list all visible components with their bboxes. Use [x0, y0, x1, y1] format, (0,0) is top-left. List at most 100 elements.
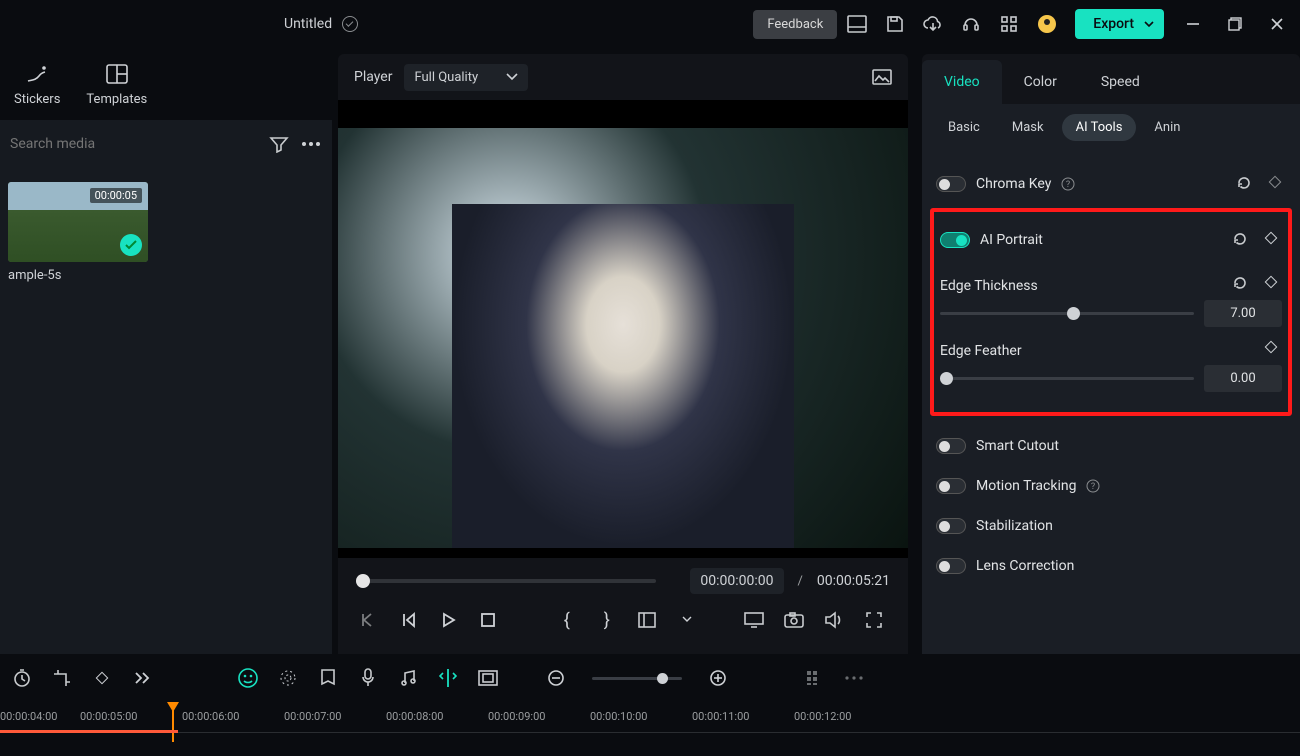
- sparkle-icon[interactable]: [276, 666, 300, 690]
- svg-text:?: ?: [1091, 482, 1095, 492]
- avatar-icon[interactable]: [1037, 14, 1057, 34]
- stabilization-row: Stabilization: [936, 506, 1286, 546]
- prev-frame-icon[interactable]: [356, 608, 380, 632]
- marker-icon[interactable]: [316, 666, 340, 690]
- snapshot-icon[interactable]: [872, 67, 892, 87]
- ai-portrait-toggle[interactable]: [940, 232, 970, 248]
- ai-face-icon[interactable]: [236, 666, 260, 690]
- subtab-basic[interactable]: Basic: [934, 114, 994, 141]
- display-icon[interactable]: [742, 608, 766, 632]
- window-controls: [1184, 15, 1286, 33]
- camera-icon[interactable]: [782, 608, 806, 632]
- zoom-in-icon[interactable]: [706, 666, 730, 690]
- ratio-icon[interactable]: [635, 608, 659, 632]
- smart-cutout-label: Smart Cutout: [976, 438, 1059, 454]
- motion-tracking-toggle[interactable]: [936, 478, 966, 494]
- lens-correction-label: Lens Correction: [976, 558, 1074, 574]
- help-icon[interactable]: ?: [1061, 177, 1075, 191]
- media-clip-thumb[interactable]: 00:00:05: [8, 182, 148, 262]
- mic-icon[interactable]: [356, 666, 380, 690]
- edge-thickness-value[interactable]: 7.00: [1204, 300, 1282, 327]
- filter-icon[interactable]: [268, 133, 290, 155]
- subtab-mask[interactable]: Mask: [998, 114, 1058, 141]
- ai-portrait-label: AI Portrait: [980, 232, 1043, 248]
- reset-icon[interactable]: [1232, 275, 1250, 293]
- keyframe-icon[interactable]: [1264, 231, 1282, 249]
- edge-thickness-slider[interactable]: [940, 312, 1194, 315]
- timeline-toolbar: [0, 654, 1300, 702]
- stabilization-toggle[interactable]: [936, 518, 966, 534]
- player-header: Player Full Quality: [338, 54, 908, 100]
- track-view-icon[interactable]: [802, 666, 826, 690]
- cloud-download-icon[interactable]: [923, 14, 943, 34]
- minimize-icon[interactable]: [1184, 15, 1202, 33]
- lens-correction-row: Lens Correction: [936, 546, 1286, 586]
- seek-slider[interactable]: [356, 579, 656, 583]
- ai-portrait-highlight: AI Portrait Edge Thickness 7.00: [930, 208, 1292, 416]
- fullscreen-icon[interactable]: [862, 608, 886, 632]
- chroma-key-toggle[interactable]: [936, 176, 966, 192]
- reset-icon[interactable]: [1232, 231, 1250, 249]
- save-icon[interactable]: [885, 14, 905, 34]
- keyframe-icon[interactable]: [1268, 175, 1286, 193]
- volume-icon[interactable]: [822, 608, 846, 632]
- close-icon[interactable]: [1268, 15, 1286, 33]
- preview-image[interactable]: [338, 128, 908, 548]
- zoom-out-icon[interactable]: [544, 666, 568, 690]
- mark-in-icon[interactable]: {: [555, 608, 579, 632]
- player-panel: Player Full Quality 00:00:00:00 / 00:00:…: [338, 48, 908, 654]
- step-back-icon[interactable]: [396, 608, 420, 632]
- more-icon[interactable]: [300, 133, 322, 155]
- edge-feather-value[interactable]: 0.00: [1204, 365, 1282, 392]
- help-icon[interactable]: ?: [1086, 479, 1100, 493]
- edge-feather-slider[interactable]: [940, 377, 1194, 380]
- mark-out-icon[interactable]: }: [595, 608, 619, 632]
- keyframe-icon[interactable]: [1264, 275, 1282, 293]
- properties-panel: Video Color Speed Basic Mask AI Tools An…: [922, 54, 1300, 654]
- stop-icon[interactable]: [476, 608, 500, 632]
- maximize-icon[interactable]: [1226, 15, 1244, 33]
- tab-color[interactable]: Color: [1002, 60, 1079, 104]
- media-panel: Stickers Templates 00:00:05 ample-5s: [0, 48, 332, 654]
- zoom-slider[interactable]: [592, 677, 682, 680]
- project-title-area: Untitled: [284, 16, 358, 32]
- saved-indicator-icon: [342, 16, 358, 32]
- play-icon[interactable]: [436, 608, 460, 632]
- timer-icon[interactable]: [10, 666, 34, 690]
- stabilization-label: Stabilization: [976, 518, 1053, 534]
- edge-feather-label: Edge Feather: [940, 343, 1022, 359]
- templates-tab[interactable]: Templates: [86, 62, 147, 107]
- export-button[interactable]: Export: [1075, 9, 1164, 39]
- clip-added-icon: [120, 234, 142, 256]
- headset-icon[interactable]: [961, 14, 981, 34]
- smart-cutout-toggle[interactable]: [936, 438, 966, 454]
- clip-label: ample-5s: [8, 268, 324, 283]
- expand-icon[interactable]: [130, 666, 154, 690]
- group-icon[interactable]: [476, 666, 500, 690]
- title-bar: Untitled Feedback Export: [0, 0, 1300, 48]
- music-icon[interactable]: [396, 666, 420, 690]
- more-dots-icon[interactable]: [842, 666, 866, 690]
- split-icon[interactable]: [436, 666, 460, 690]
- keyframe-icon[interactable]: [1264, 340, 1282, 358]
- diamond-icon[interactable]: [90, 666, 114, 690]
- crop-icon[interactable]: [50, 666, 74, 690]
- chroma-key-row: Chroma Key ?: [936, 164, 1286, 204]
- quality-select[interactable]: Full Quality: [404, 64, 528, 91]
- subtab-anim[interactable]: Anin: [1140, 114, 1194, 141]
- lens-correction-toggle[interactable]: [936, 558, 966, 574]
- ai-portrait-row: AI Portrait: [940, 220, 1282, 260]
- apps-grid-icon[interactable]: [999, 14, 1019, 34]
- chevron-down-icon[interactable]: [675, 608, 699, 632]
- subtab-aitools[interactable]: AI Tools: [1062, 114, 1137, 141]
- timeline-track-area[interactable]: [0, 730, 1300, 756]
- search-input[interactable]: [10, 136, 258, 152]
- feedback-button[interactable]: Feedback: [753, 10, 837, 39]
- tab-speed[interactable]: Speed: [1079, 60, 1162, 104]
- stickers-tab[interactable]: Stickers: [14, 62, 60, 107]
- current-time: 00:00:00:00: [690, 568, 783, 594]
- reset-icon[interactable]: [1236, 175, 1254, 193]
- layout-icon[interactable]: [847, 14, 867, 34]
- tab-video[interactable]: Video: [922, 60, 1002, 104]
- timeline-ruler[interactable]: 00:00:04:00 00:00:05:00 00:00:06:00 00:0…: [0, 702, 1300, 730]
